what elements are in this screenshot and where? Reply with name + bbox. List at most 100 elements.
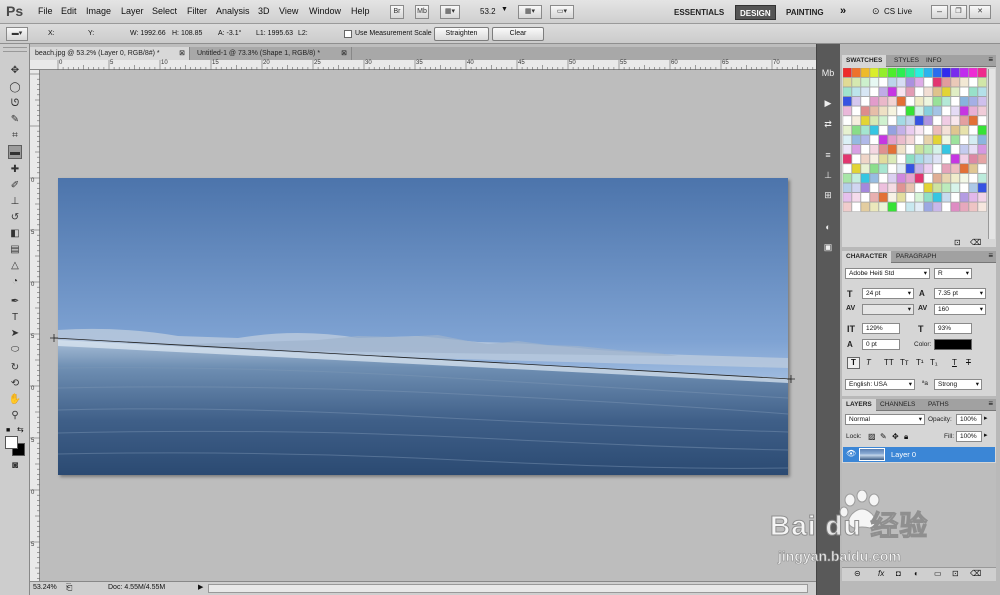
- swatch-cell[interactable]: [851, 183, 861, 193]
- menu-file[interactable]: File: [38, 6, 53, 16]
- swatch-cell[interactable]: [941, 173, 951, 183]
- actions-panel-icon[interactable]: ▶: [820, 96, 836, 110]
- zoom-tool-icon[interactable]: ⚲: [8, 409, 22, 423]
- swatch-cell[interactable]: [869, 68, 879, 78]
- quick-mask-icon[interactable]: ◙: [8, 459, 22, 473]
- swatch-cell[interactable]: [843, 154, 852, 164]
- restore-icon[interactable]: ❐: [950, 5, 967, 19]
- new-group-icon[interactable]: ▭: [934, 569, 942, 578]
- swatch-cell[interactable]: [878, 144, 888, 155]
- delete-layer-icon[interactable]: ⌫: [970, 569, 981, 578]
- swatch-cell[interactable]: [968, 77, 978, 87]
- swatch-cell[interactable]: [860, 96, 870, 107]
- minibridge-panel-icon[interactable]: Mb: [820, 66, 836, 80]
- bridge-icon[interactable]: Br: [390, 5, 404, 19]
- swatch-cell[interactable]: [923, 115, 933, 126]
- swatch-cell[interactable]: [959, 87, 969, 97]
- close-icon[interactable]: ✕: [969, 5, 991, 19]
- swatch-cell[interactable]: [843, 96, 852, 107]
- swatch-cell[interactable]: [950, 192, 960, 203]
- swatch-cell[interactable]: [896, 77, 906, 87]
- swatch-cell[interactable]: [869, 106, 879, 116]
- spot-healing-tool-icon[interactable]: ✚: [8, 163, 22, 177]
- swatch-cell[interactable]: [959, 192, 969, 203]
- swatch-cell[interactable]: [968, 87, 978, 97]
- swatch-cell[interactable]: [896, 135, 906, 145]
- swatch-cell[interactable]: [905, 183, 915, 193]
- close-tab-icon[interactable]: ⊠: [179, 47, 185, 60]
- swatch-cell[interactable]: [968, 106, 978, 116]
- swatch-cell[interactable]: [977, 144, 987, 155]
- swatch-cell[interactable]: [923, 163, 933, 174]
- link-layers-icon[interactable]: ⊝: [854, 569, 861, 578]
- swatch-cell[interactable]: [843, 173, 852, 183]
- swatch-cell[interactable]: [977, 202, 987, 212]
- tab-swatches[interactable]: SWATCHES: [842, 55, 887, 67]
- swatch-cell[interactable]: [905, 144, 915, 155]
- swatch-cell[interactable]: [932, 125, 942, 135]
- swatch-cell[interactable]: [851, 144, 861, 155]
- swatch-cell[interactable]: [914, 96, 924, 107]
- swatch-cell[interactable]: [959, 125, 969, 135]
- swatch-cell[interactable]: [905, 87, 915, 97]
- swatch-cell[interactable]: [941, 115, 951, 126]
- swatch-cell[interactable]: [843, 192, 852, 203]
- menu-edit[interactable]: Edit: [61, 6, 77, 16]
- swatch-cell[interactable]: [887, 154, 897, 164]
- swatch-cell[interactable]: [959, 68, 969, 78]
- swatch-cell[interactable]: [950, 163, 960, 174]
- swatch-cell[interactable]: [977, 77, 987, 87]
- swatch-cell[interactable]: [860, 135, 870, 145]
- swatch-cell[interactable]: [977, 154, 987, 164]
- delete-swatch-icon[interactable]: ⌫: [970, 238, 981, 247]
- layer-name[interactable]: Layer 0: [891, 450, 916, 459]
- panel-menu-icon[interactable]: ≡: [988, 251, 993, 260]
- swatch-cell[interactable]: [950, 173, 960, 183]
- leading-field[interactable]: 7.35 pt ▾: [934, 288, 986, 299]
- swatch-cell[interactable]: [977, 96, 987, 107]
- swatch-cell[interactable]: [914, 115, 924, 126]
- swatch-cell[interactable]: [932, 77, 942, 87]
- swatch-cell[interactable]: [878, 192, 888, 203]
- swatch-cell[interactable]: [860, 87, 870, 97]
- swatch-cell[interactable]: [860, 106, 870, 116]
- kerning-field[interactable]: ▾: [862, 304, 914, 315]
- swatch-cell[interactable]: [851, 135, 861, 145]
- lock-position-icon[interactable]: ✥: [892, 432, 899, 441]
- styles-panel-icon[interactable]: ▣: [820, 240, 836, 254]
- dropdown-arrow-icon[interactable]: ▾: [980, 305, 983, 314]
- swatch-grid[interactable]: [843, 68, 987, 218]
- cs-live-label[interactable]: CS Live: [884, 7, 912, 16]
- measurement-scale-checkbox[interactable]: [344, 30, 352, 38]
- swatch-cell[interactable]: [905, 68, 915, 78]
- swatch-cell[interactable]: [860, 154, 870, 164]
- menu-select[interactable]: Select: [152, 6, 177, 16]
- subscript-icon[interactable]: T₁: [930, 358, 938, 367]
- tools-grip[interactable]: [3, 47, 27, 52]
- small-caps-icon[interactable]: Tт: [900, 358, 909, 367]
- swatch-cell[interactable]: [977, 106, 987, 116]
- swatch-cell[interactable]: [851, 202, 861, 212]
- swatch-cell[interactable]: [968, 173, 978, 183]
- swatch-cell[interactable]: [923, 202, 933, 212]
- clear-button[interactable]: Clear: [492, 27, 544, 41]
- swatch-cell[interactable]: [959, 96, 969, 107]
- swatch-cell[interactable]: [869, 135, 879, 145]
- swatch-cell[interactable]: [923, 77, 933, 87]
- swatch-cell[interactable]: [941, 106, 951, 116]
- swatch-cell[interactable]: [851, 87, 861, 97]
- language-select[interactable]: English: USA ▾: [845, 379, 915, 390]
- swatch-cell[interactable]: [878, 115, 888, 126]
- swatch-cell[interactable]: [843, 183, 852, 193]
- swatch-cell[interactable]: [914, 68, 924, 78]
- swatch-cell[interactable]: [887, 135, 897, 145]
- swatch-cell[interactable]: [869, 125, 879, 135]
- swatch-cell[interactable]: [977, 125, 987, 135]
- swatch-cell[interactable]: [843, 135, 852, 145]
- swatch-cell[interactable]: [843, 68, 852, 78]
- arrange-documents-icon[interactable]: ▦▾: [518, 5, 542, 19]
- font-family-select[interactable]: Adobe Heiti Std ▾: [845, 268, 930, 279]
- swatch-cell[interactable]: [869, 202, 879, 212]
- swatch-cell[interactable]: [968, 125, 978, 135]
- swatch-cell[interactable]: [950, 135, 960, 145]
